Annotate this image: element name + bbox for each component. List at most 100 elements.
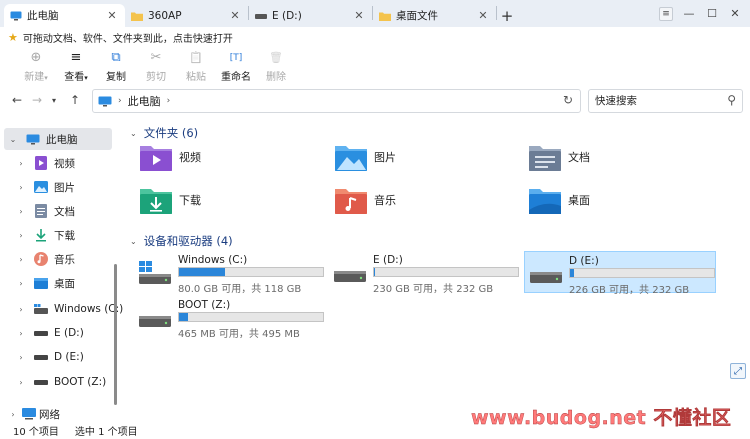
view-icon: ≡	[70, 50, 82, 65]
maximize-button[interactable]: ☐	[701, 4, 723, 23]
chevron-right-icon[interactable]: ›	[16, 305, 26, 314]
minimize-icon: —	[683, 7, 695, 20]
drive-icon	[530, 272, 562, 283]
close-icon[interactable]: ✕	[476, 9, 490, 22]
chevron-right-icon[interactable]: ›	[16, 378, 26, 387]
drive-name: E (D:)	[373, 254, 403, 266]
maximize-icon: ☐	[707, 7, 717, 20]
nav-item-windows-c[interactable]: › Windows (C:)	[16, 298, 123, 320]
chevron-right-icon[interactable]: ›	[16, 329, 26, 338]
windows-drive-icon	[139, 261, 171, 284]
paste-button[interactable]: 📋 粘贴	[176, 50, 216, 83]
tab-this-pc[interactable]: 此电脑 ✕	[4, 4, 125, 27]
tab-360ap[interactable]: 360AP ✕	[125, 4, 248, 27]
chevron-down-icon[interactable]: ⌄	[8, 135, 18, 144]
close-icon[interactable]: ✕	[352, 9, 366, 22]
delete-button[interactable]: 🗑 删除	[256, 50, 296, 83]
rename-button[interactable]: [T] 重命名	[216, 50, 256, 83]
paste-icon: 📋	[189, 51, 203, 64]
rename-icon: [T]	[229, 53, 243, 63]
tab-desktop-files[interactable]: 桌面文件 ✕	[373, 4, 496, 27]
back-arrow-icon[interactable]: ←	[12, 93, 22, 107]
expand-view-button[interactable]: ⤢	[730, 363, 746, 379]
tab-e-drive[interactable]: E (D:) ✕	[249, 4, 372, 27]
folder-desktop[interactable]: 桌面	[529, 183, 709, 217]
nav-item-videos[interactable]: › 视频	[16, 152, 75, 174]
drive-usage-bar	[569, 268, 715, 278]
drive-e-d[interactable]: E (D:) 230 GB 可用，共 232 GB	[320, 251, 519, 295]
chevron-right-icon[interactable]: ›	[16, 279, 26, 288]
drive-info: 465 MB 可用，共 495 MB	[178, 329, 300, 340]
breadcrumb-this-pc[interactable]: 此电脑	[128, 93, 161, 109]
folder-label: 桌面	[568, 194, 590, 207]
search-icon[interactable]: ⚲	[727, 93, 736, 107]
nav-item-boot-z[interactable]: › BOOT (Z:)	[16, 371, 106, 393]
nav-item-label: 图片	[54, 181, 75, 194]
nav-scrollbar-thumb[interactable]	[114, 264, 117, 405]
chevron-right-icon[interactable]: ›	[8, 410, 18, 419]
new-button[interactable]: ⊕ 新建▾	[16, 50, 56, 83]
close-icon[interactable]: ✕	[105, 9, 119, 22]
nav-item-label: 音乐	[54, 253, 75, 266]
chevron-right-icon[interactable]: ›	[16, 159, 26, 168]
drive-icon	[255, 11, 267, 21]
chevron-right-icon[interactable]: ›	[16, 207, 26, 216]
nav-item-documents[interactable]: › 文档	[16, 200, 75, 222]
address-bar[interactable]: › 此电脑 › ↻	[92, 89, 581, 113]
chevron-right-icon[interactable]: ›	[16, 255, 26, 264]
tab-label: 此电脑	[27, 10, 59, 22]
up-arrow-icon[interactable]: ↑	[70, 93, 80, 107]
expand-icon: ⤢	[734, 365, 742, 377]
picture-icon	[34, 180, 48, 194]
folder-label: 文档	[568, 151, 590, 164]
folder-icon	[379, 11, 391, 21]
minimize-button[interactable]: —	[678, 4, 700, 23]
search-input[interactable]	[595, 95, 715, 107]
drives-section-title: 设备和驱动器 (4)	[143, 234, 233, 248]
folder-pictures[interactable]: 图片	[335, 140, 515, 174]
chevron-right-icon[interactable]: ›	[167, 96, 171, 106]
copy-button[interactable]: ⧉ 复制	[96, 50, 136, 83]
chevron-right-icon[interactable]: ›	[16, 183, 26, 192]
drive-windows-c[interactable]: Windows (C:) 80.0 GB 可用，共 118 GB	[125, 251, 324, 295]
nav-item-this-pc[interactable]: ⌄ 此电脑	[4, 128, 112, 150]
drives-section-header[interactable]: ⌄ 设备和驱动器 (4)	[130, 232, 233, 250]
folder-videos[interactable]: 视频	[140, 140, 320, 174]
chevron-right-icon[interactable]: ›	[118, 96, 122, 106]
nav-item-pictures[interactable]: › 图片	[16, 176, 75, 198]
search-box[interactable]: ⚲	[588, 89, 743, 113]
close-window-button[interactable]: ✕	[724, 4, 746, 23]
close-icon: ✕	[730, 7, 740, 20]
nav-item-music[interactable]: › 音乐	[16, 248, 75, 270]
forward-arrow-icon[interactable]: →	[32, 93, 42, 107]
add-tab-button[interactable]: +	[497, 4, 517, 27]
recent-chevron-icon[interactable]: ▾	[52, 96, 56, 105]
close-icon[interactable]: ✕	[228, 9, 242, 22]
nav-item-desktop[interactable]: › 桌面	[16, 272, 75, 294]
nav-item-e-drive[interactable]: › E (D:)	[16, 322, 83, 344]
drive-boot-z[interactable]: BOOT (Z:) 465 MB 可用，共 495 MB	[125, 296, 324, 340]
folder-label: 下载	[179, 194, 201, 207]
nav-item-label: D (E:)	[54, 351, 84, 363]
tab-label: 桌面文件	[396, 10, 438, 22]
chevron-right-icon[interactable]: ›	[16, 231, 26, 240]
folder-downloads[interactable]: 下载	[140, 183, 320, 217]
plus-icon: +	[500, 6, 514, 25]
drive-usage-fill	[374, 268, 376, 276]
download-icon	[34, 228, 48, 242]
nav-item-downloads[interactable]: › 下载	[16, 224, 75, 246]
view-button[interactable]: ≡ 查看▾	[56, 50, 96, 83]
cut-button[interactable]: ✂ 剪切	[136, 50, 176, 83]
drive-icon	[334, 271, 366, 282]
folder-documents[interactable]: 文档	[529, 140, 709, 174]
drive-d-e[interactable]: D (E:) 226 GB 可用，共 232 GB	[524, 251, 716, 296]
menu-icon: ≡	[662, 8, 670, 19]
view-label: 查看	[64, 72, 85, 83]
folder-music[interactable]: 音乐	[335, 183, 515, 217]
refresh-icon[interactable]: ↻	[563, 93, 573, 107]
chevron-right-icon[interactable]: ›	[16, 353, 26, 362]
nav-item-d-drive[interactable]: › D (E:)	[16, 346, 84, 368]
folder-label: 图片	[374, 151, 396, 164]
menu-button[interactable]: ≡	[659, 6, 673, 21]
music-icon	[34, 252, 48, 266]
